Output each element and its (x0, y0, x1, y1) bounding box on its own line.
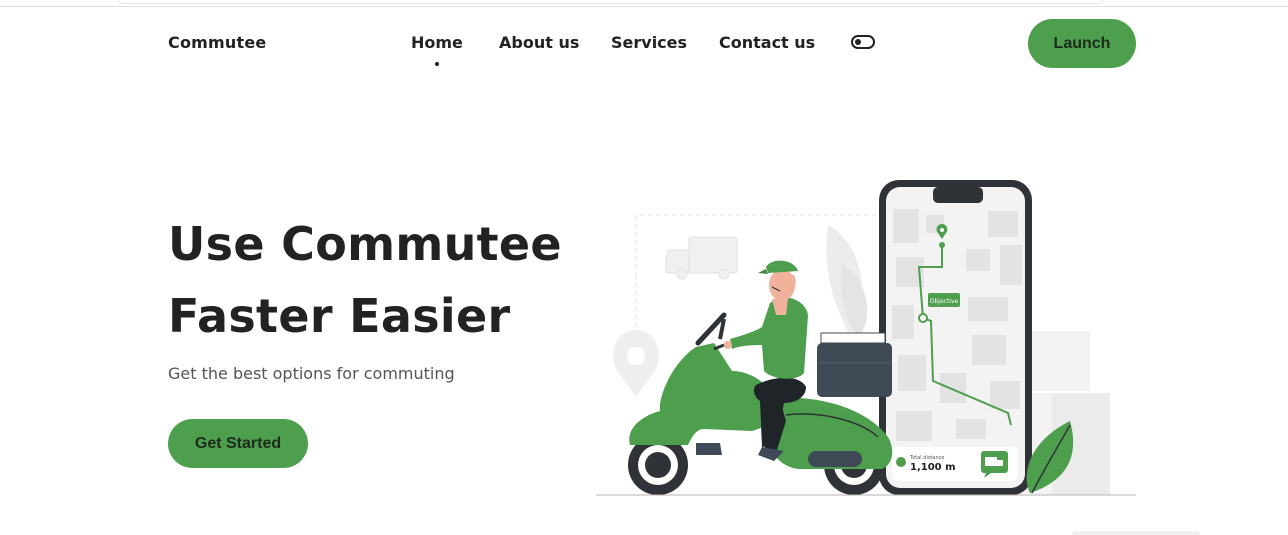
launch-button[interactable]: Launch (1028, 19, 1136, 68)
nav-item-contact-us[interactable]: Contact us (719, 33, 815, 52)
smartphone-map-icon: Objective Total distance 1,100 m (879, 180, 1032, 495)
map-badge-text: Objective (930, 298, 959, 305)
distance-value: 1,100 m (910, 462, 956, 473)
theme-toggle-icon[interactable] (851, 35, 875, 49)
get-started-button[interactable]: Get Started (168, 419, 308, 468)
distance-label: Total distance (909, 455, 944, 461)
nav-item-about-us[interactable]: About us (499, 33, 579, 52)
faded-truck-icon (665, 236, 738, 280)
nav-item-services[interactable]: Services (611, 33, 687, 52)
nav-item-home[interactable]: Home (411, 33, 463, 66)
hero-title-line-2: Faster Easier (168, 289, 511, 343)
browser-top-strip (0, 0, 1288, 7)
brand-logo[interactable]: Commutee (168, 33, 266, 52)
delivery-scooter-illustration: Objective Total distance 1,100 m (596, 180, 1136, 496)
browser-chrome-edge (118, 0, 1103, 4)
background-leaf (826, 225, 868, 339)
hero-subtitle: Get the best options for commuting (168, 364, 455, 383)
toggle-knob (855, 39, 861, 45)
hero-title-line-1: Use Commutee (168, 217, 562, 271)
hero-title: Use Commutee Faster Easier (168, 208, 588, 352)
faded-location-pin-icon (613, 330, 659, 397)
bottom-scroll-hint (1072, 531, 1200, 535)
